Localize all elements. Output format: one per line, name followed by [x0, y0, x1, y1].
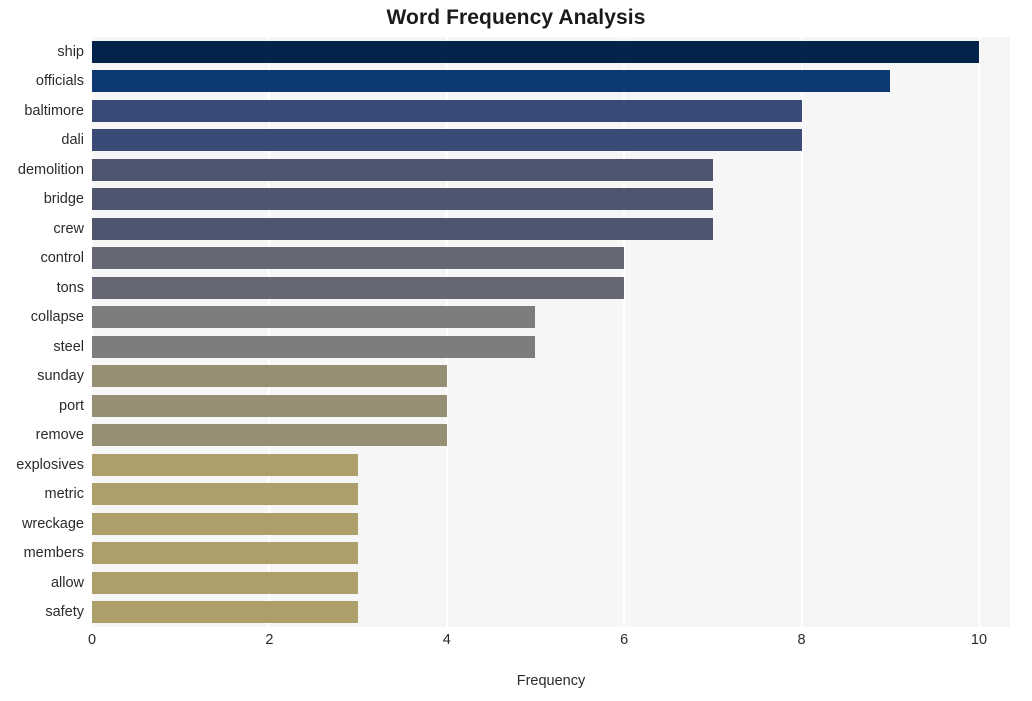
bar-steel[interactable]: [92, 335, 536, 358]
y-tick-label-officials: officials: [35, 73, 84, 90]
y-tick-label-allow: allow: [50, 574, 84, 591]
y-tick-label-safety: safety: [45, 604, 84, 621]
y-tick-label-bridge: bridge: [43, 191, 84, 208]
bar-demolition[interactable]: [92, 158, 713, 181]
y-tick-label-crew: crew: [53, 220, 84, 237]
bar-crew[interactable]: [92, 217, 713, 240]
y-tick-label-ship: ship: [57, 43, 84, 60]
bar-allow[interactable]: [92, 571, 359, 594]
bar-baltimore[interactable]: [92, 99, 802, 122]
y-tick-label-tons: tons: [56, 279, 84, 296]
y-tick-label-steel: steel: [53, 338, 84, 355]
x-axis-title: Frequency: [516, 673, 586, 689]
x-tick-label-0: 0: [87, 632, 97, 648]
bar-port[interactable]: [92, 394, 447, 417]
y-tick-label-port: port: [59, 397, 84, 414]
y-tick-label-demolition: demolition: [17, 161, 84, 178]
y-tick-label-sunday: sunday: [37, 368, 84, 385]
bar-control[interactable]: [92, 247, 625, 270]
bar-safety[interactable]: [92, 601, 359, 624]
bar-metric[interactable]: [92, 483, 359, 506]
bar-sunday[interactable]: [92, 365, 447, 388]
bar-dali[interactable]: [92, 129, 802, 152]
bar-bridge[interactable]: [92, 188, 713, 211]
x-tick-label-2: 2: [265, 632, 274, 648]
x-tick-label-6: 6: [620, 632, 629, 648]
bar-ship[interactable]: [92, 40, 979, 63]
x-tick-label-4: 4: [442, 632, 451, 648]
bars-layer: [92, 37, 1010, 627]
x-tick-label-8: 8: [797, 632, 806, 648]
chart-title: Word Frequency Analysis: [386, 6, 646, 29]
bar-wreckage[interactable]: [92, 512, 359, 535]
y-axis-tick-labels: ship officials baltimore dali demolition brid…: [0, 37, 84, 627]
y-tick-label-dali: dali: [61, 132, 84, 149]
x-tick-label-10: 10: [970, 632, 988, 648]
y-tick-label-wreckage: wreckage: [21, 515, 84, 532]
y-tick-label-remove: remove: [35, 427, 84, 444]
plot-area: [91, 37, 1010, 627]
bar-members[interactable]: [92, 542, 359, 565]
y-tick-label-members: members: [23, 545, 84, 562]
y-tick-label-baltimore: baltimore: [24, 102, 84, 119]
bar-explosives[interactable]: [92, 453, 359, 476]
chart-figure: Word Frequency Analysis ship officials bal…: [0, 0, 1032, 701]
bar-tons[interactable]: [92, 276, 625, 299]
bar-collapse[interactable]: [92, 306, 536, 329]
bar-officials[interactable]: [92, 70, 891, 93]
y-tick-label-collapse: collapse: [30, 309, 84, 326]
y-tick-label-explosives: explosives: [16, 456, 84, 473]
y-tick-label-metric: metric: [44, 486, 84, 503]
y-tick-label-control: control: [40, 250, 84, 267]
bar-remove[interactable]: [92, 424, 447, 447]
x-axis-tick-labels: 0 2 4 6 8 10: [0, 632, 1032, 654]
